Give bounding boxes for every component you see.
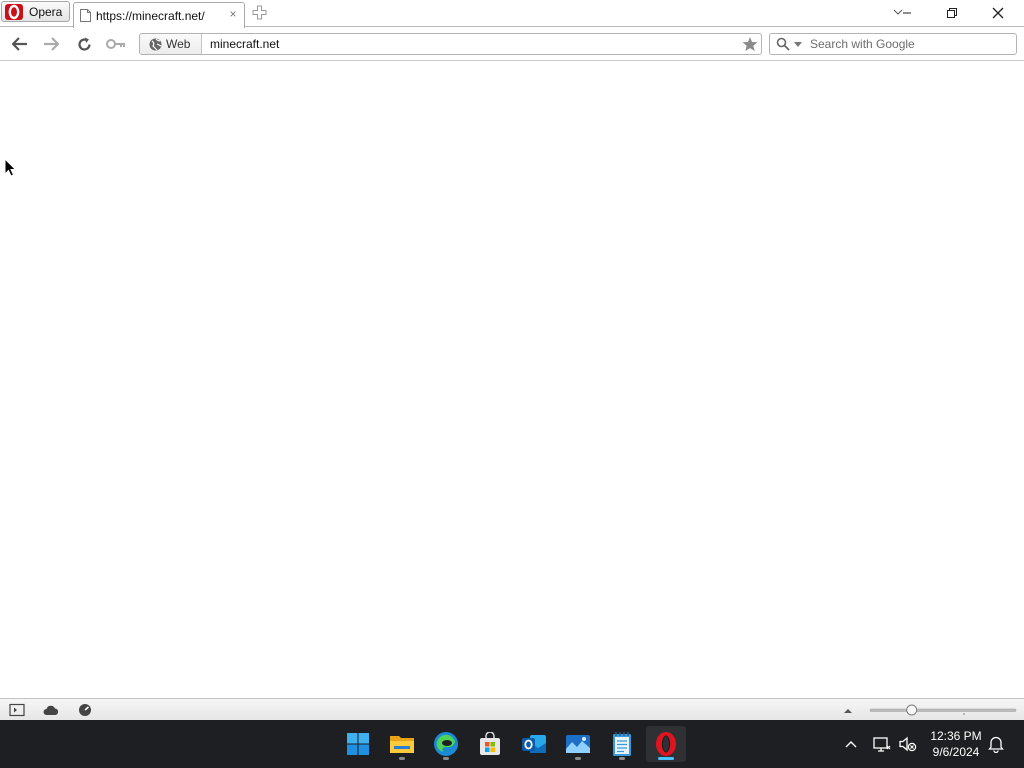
site-info-badge[interactable]: Web — [140, 34, 202, 54]
tab-minecraft[interactable]: https://minecraft.net/ × — [73, 2, 245, 28]
reload-icon — [77, 37, 91, 51]
running-indicator — [399, 757, 405, 760]
notepad-icon — [613, 732, 631, 756]
forward-icon — [44, 37, 59, 51]
tab-list-button[interactable] — [884, 3, 920, 23]
opera-menu-button[interactable]: Opera — [1, 1, 70, 22]
search-input[interactable] — [810, 36, 1010, 52]
address-toolbar: Web — [0, 28, 1024, 61]
windows-taskbar: 12:36 PM 9/6/2024 — [0, 720, 1024, 768]
page-icon — [80, 9, 91, 22]
tab-title: https://minecraft.net/ — [96, 8, 205, 23]
zoom-slider-thumb[interactable] — [906, 704, 918, 716]
new-tab-icon[interactable] — [252, 5, 267, 20]
restore-icon — [947, 8, 957, 18]
taskbar-microsoft-store[interactable] — [470, 726, 510, 762]
outlook-icon — [522, 735, 546, 753]
tab-close-icon[interactable]: × — [227, 8, 239, 20]
panel-toggle-icon[interactable] — [9, 703, 25, 717]
search-engine-dropdown-icon[interactable] — [794, 42, 802, 47]
show-hidden-icons-button[interactable] — [841, 734, 861, 754]
edge-icon — [434, 732, 458, 756]
back-icon — [12, 37, 27, 51]
opera-icon — [656, 732, 676, 756]
restore-button[interactable] — [934, 3, 970, 23]
taskbar-outlook[interactable] — [514, 726, 554, 762]
photos-icon — [566, 735, 590, 753]
page-content[interactable] — [0, 62, 1024, 698]
bookmark-star-icon[interactable] — [742, 36, 758, 52]
taskbar-notepad[interactable] — [602, 726, 642, 762]
close-icon — [992, 7, 1004, 19]
opera-menu-label: Opera — [29, 4, 63, 19]
taskbar-clock[interactable]: 12:36 PM 9/6/2024 — [924, 728, 988, 760]
clock-date: 9/6/2024 — [932, 745, 980, 759]
zoom-menu-icon[interactable] — [840, 703, 856, 717]
tab-list-icon — [893, 9, 911, 15]
opera-logo-icon — [5, 3, 23, 20]
notifications-button[interactable] — [986, 734, 1006, 754]
wand-key-icon — [106, 39, 125, 49]
url-input[interactable] — [210, 36, 730, 52]
file-explorer-icon — [390, 736, 414, 753]
taskbar-start[interactable] — [338, 726, 378, 762]
zoom-slider[interactable] — [869, 703, 1017, 717]
close-window-button[interactable] — [980, 3, 1016, 23]
clock-time: 12:36 PM — [930, 729, 982, 743]
running-indicator — [619, 757, 625, 760]
reload-button[interactable] — [73, 34, 95, 54]
running-indicator — [575, 757, 581, 760]
speed-dial-icon[interactable] — [77, 703, 93, 717]
taskbar-edge[interactable] — [426, 726, 466, 762]
chevron-up-icon — [845, 741, 857, 748]
taskbar-file-explorer[interactable] — [382, 726, 422, 762]
tab-bar: Opera https://minecraft.net/ × — [0, 0, 1024, 28]
site-info-label: Web — [166, 37, 191, 51]
running-indicator — [443, 757, 449, 760]
search-icon[interactable] — [776, 37, 790, 51]
windows-start-icon — [347, 733, 369, 755]
back-button[interactable] — [9, 34, 31, 54]
bell-icon — [988, 736, 1004, 753]
volume-muted-icon — [899, 736, 917, 752]
microsoft-store-icon — [480, 732, 500, 755]
status-bar — [0, 698, 1024, 720]
network-status-button[interactable] — [872, 734, 892, 754]
taskbar-photos[interactable] — [558, 726, 598, 762]
volume-button[interactable] — [898, 734, 918, 754]
globe-icon — [149, 38, 162, 50]
taskbar-opera[interactable] — [646, 726, 686, 762]
active-indicator — [658, 757, 674, 760]
search-box[interactable] — [769, 33, 1017, 55]
wand-button[interactable] — [105, 34, 127, 54]
turbo-cloud-icon[interactable] — [43, 703, 59, 717]
address-bar[interactable]: Web — [139, 33, 762, 55]
mouse-pointer-icon — [4, 158, 16, 177]
network-icon — [873, 737, 891, 752]
forward-button[interactable] — [40, 34, 62, 54]
